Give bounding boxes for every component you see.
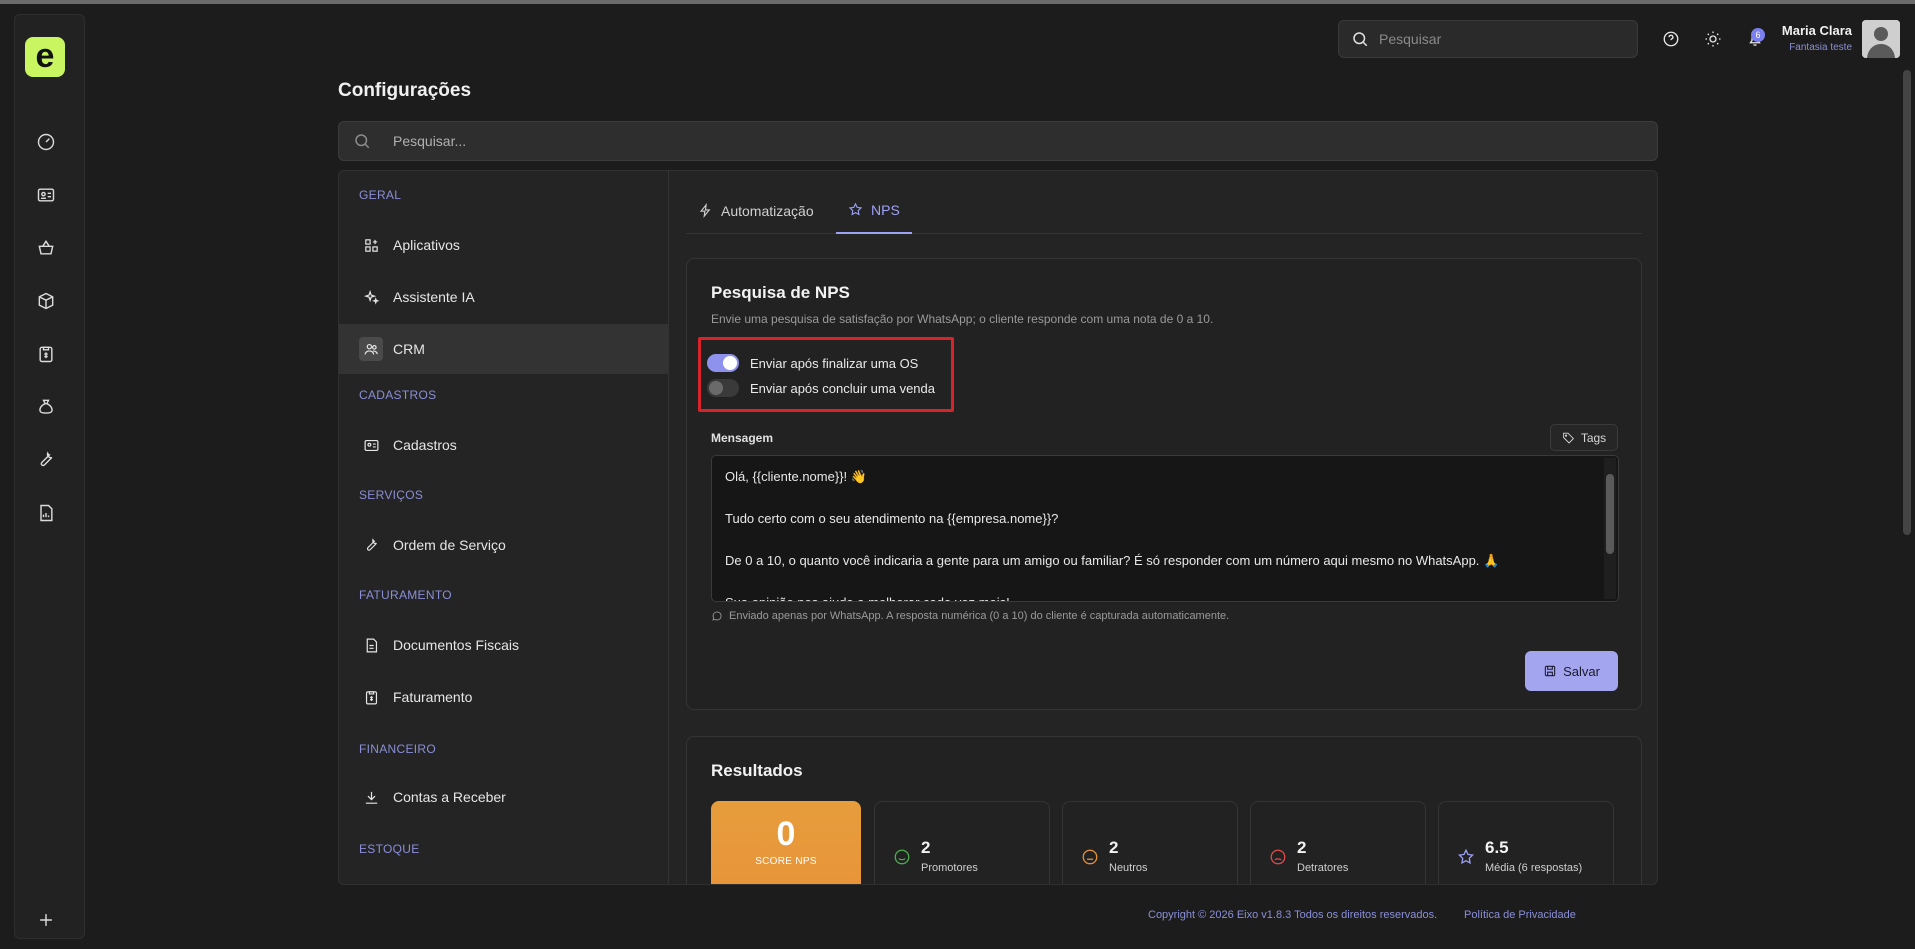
results-title: Resultados [711,761,803,780]
id-card-icon[interactable] [33,182,59,208]
toggle-row-venda[interactable]: Enviar após concluir uma venda [707,379,935,397]
toggle-label-venda: Enviar após concluir uma venda [750,380,935,396]
smile-icon [893,848,911,866]
user-silhouette-icon [1862,20,1900,58]
sad-face-icon [1269,848,1287,866]
nps-score-label: SCORE NPS [755,856,817,867]
footer-copyright: Copyright © 2026 Eixo v1.8.3 Todos os di… [1148,909,1438,921]
results-card: Resultados 0 SCORE NPS 2 Promotores 2 Ne… [686,736,1642,884]
sparkles-icon [359,285,383,309]
stat-neutros: 2 Neutros [1062,801,1238,884]
settings-content: Automatização NPS Pesquisa de NPS Envie … [670,171,1657,884]
section-estoque: ESTOQUE [359,842,420,856]
user-company: Fantasia teste [1789,42,1852,53]
settings-panel: GERAL Aplicativos Assistente IA CRM CADA… [338,170,1658,885]
user-name[interactable]: Maria Clara [1782,23,1852,38]
stat-media: 6.5 Média (6 respostas) [1438,801,1614,884]
toggle-send-after-os[interactable] [707,354,739,372]
global-search[interactable] [1338,20,1638,58]
search-icon [1353,32,1368,47]
save-icon [1544,665,1556,677]
app-rail: e [14,14,85,939]
stat-detratores: 2 Detratores [1250,801,1426,884]
annotation-highlight-box [698,337,954,412]
sidebar-item-assistente-ia[interactable]: Assistente IA [339,272,669,322]
nps-survey-card: Pesquisa de NPS Envie uma pesquisa de sa… [686,258,1642,710]
section-financeiro: FINANCEIRO [359,742,437,756]
global-search-input[interactable] [1379,31,1619,47]
settings-search-input[interactable] [393,133,1593,149]
toggle-row-os[interactable]: Enviar após finalizar uma OS [707,354,918,372]
textarea-scroll-thumb[interactable] [1606,474,1614,554]
sidebar-item-aplicativos[interactable]: Aplicativos [339,220,669,270]
section-geral: GERAL [359,188,402,202]
report-icon[interactable] [33,500,59,526]
sidebar-item-crm[interactable]: CRM [339,324,669,374]
help-icon[interactable] [1660,28,1682,50]
page-scrollbar[interactable] [1903,70,1911,535]
basket-icon[interactable] [33,235,59,261]
dashboard-icon[interactable] [33,129,59,155]
message-label: Mensagem [711,431,774,445]
section-cadastros: CADASTROS [359,388,437,402]
wrench-icon [359,533,383,557]
settings-search[interactable] [338,121,1658,161]
section-servicos: SERVIÇOS [359,488,424,502]
star-icon [1457,848,1475,866]
lightning-icon [699,203,711,218]
document-icon [359,633,383,657]
tab-bar: Automatização NPS [686,187,1642,234]
nps-description: Envie uma pesquisa de satisfação por Wha… [711,312,1214,326]
users-icon [359,337,383,361]
download-icon [359,785,383,809]
plus-icon[interactable] [33,907,59,933]
nps-score-box: 0 SCORE NPS [711,801,861,884]
sidebar-item-contas-a-receber[interactable]: Contas a Receber [339,772,669,822]
toggle-label-os: Enviar após finalizar uma OS [750,355,919,371]
notifications-badge: 6 [1751,28,1765,42]
toggle-send-after-sale[interactable] [707,379,739,397]
nps-title: Pesquisa de NPS [711,283,850,302]
neutral-face-icon [1081,848,1099,866]
stat-promotores: 2 Promotores [874,801,1050,884]
save-button[interactable]: Salvar [1525,651,1618,691]
settings-sidebar: GERAL Aplicativos Assistente IA CRM CADA… [339,171,669,884]
search-icon [355,134,370,149]
tab-nps[interactable]: NPS [836,187,912,234]
page-title: Configurações [338,80,472,101]
theme-toggle-sun-icon[interactable] [1702,28,1724,50]
wrench-icon[interactable] [33,447,59,473]
tag-icon [1562,432,1574,444]
section-faturamento: FATURAMENTO [359,588,452,602]
clipboard-dollar-icon[interactable] [33,341,59,367]
message-textarea[interactable]: Olá, {{cliente.nome}}! 👋 Tudo certo com … [711,455,1619,602]
window-top-border [0,0,1915,4]
clipboard-dollar-icon [359,685,383,709]
nps-score-value: 0 [776,815,796,853]
whatsapp-hint: Enviado apenas por WhatsApp. A resposta … [711,610,1229,622]
sidebar-item-ordem-de-servico[interactable]: Ordem de Serviço [339,520,669,570]
tags-button[interactable]: Tags [1550,424,1618,451]
star-icon [848,202,863,216]
sidebar-item-documentos-fiscais[interactable]: Documentos Fiscais [339,620,669,670]
id-card-icon [359,433,383,457]
avatar[interactable] [1862,20,1900,58]
sidebar-item-cadastros[interactable]: Cadastros [339,420,669,470]
money-bag-icon[interactable] [33,394,59,420]
whatsapp-icon [712,611,722,621]
eixo-logo[interactable]: e [25,37,65,77]
tab-automatizacao[interactable]: Automatização [686,187,826,234]
box-icon[interactable] [33,288,59,314]
sidebar-item-faturamento[interactable]: Faturamento [339,672,669,722]
footer-privacy-link[interactable]: Política de Privacidade [1464,909,1576,921]
apps-icon [359,233,383,257]
